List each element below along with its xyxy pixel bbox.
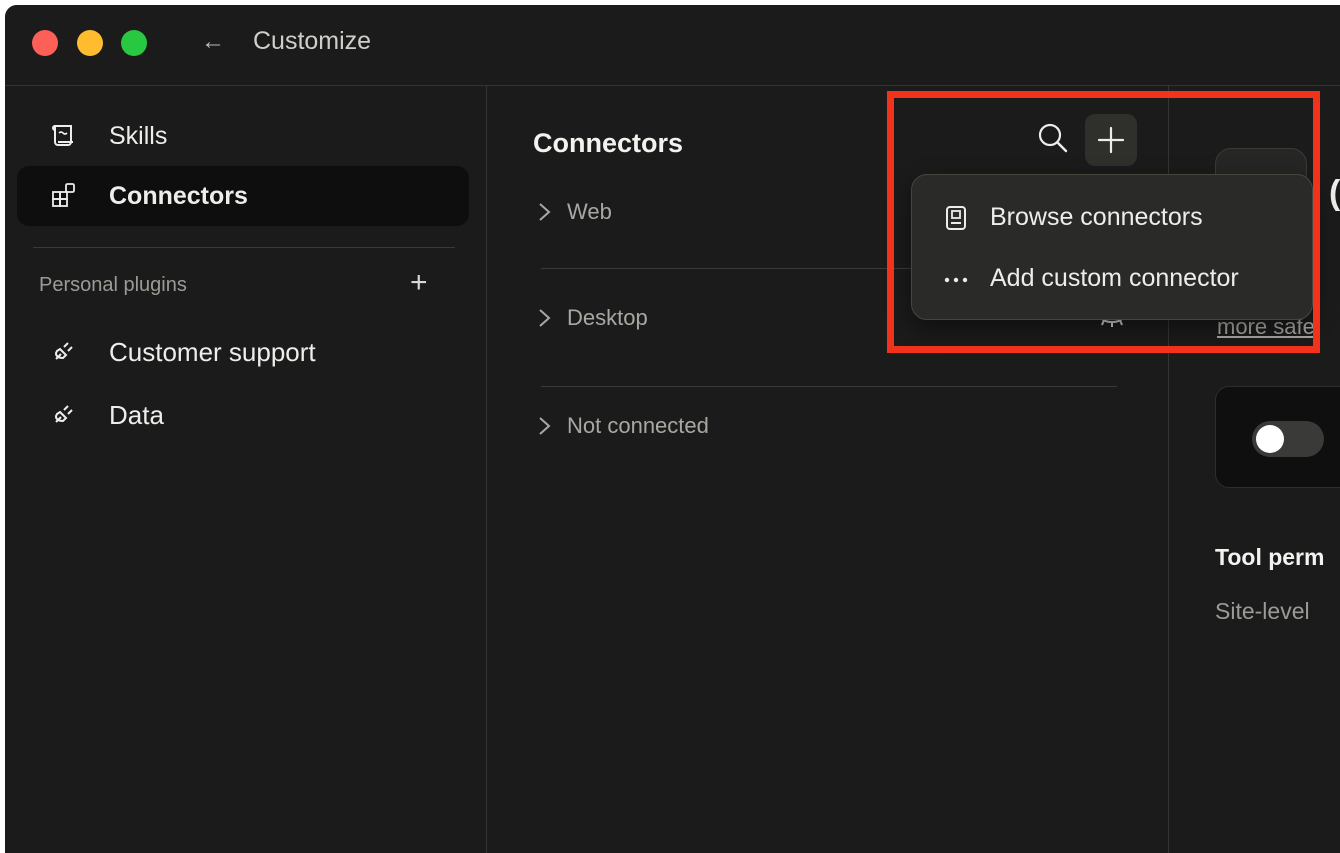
menu-item-browse-connectors[interactable]: Browse connectors: [922, 189, 1302, 245]
sidebar-item-data[interactable]: Data: [17, 389, 469, 441]
app-window: ← Customize Skills Connectors Personal p…: [5, 5, 1340, 853]
plus-icon: [1097, 126, 1125, 154]
search-icon[interactable]: [1035, 120, 1071, 156]
sidebar-item-label: Connectors: [109, 182, 248, 210]
tool-permissions-heading: Tool perm: [1215, 544, 1325, 570]
menu-item-label: Browse connectors: [990, 203, 1203, 231]
plug-icon: [55, 342, 73, 360]
book-icon: [946, 206, 966, 230]
minimize-window-button[interactable]: [77, 30, 103, 56]
plug-icon: [55, 405, 73, 423]
sidebar-item-label: Customer support: [109, 337, 316, 367]
chevron-right-icon: [539, 309, 551, 327]
add-connector-menu: Browse connectors Add custom connector: [911, 174, 1313, 320]
chevron-right-icon: [539, 417, 551, 435]
pane-title: Connectors: [533, 128, 684, 158]
connectors-grid-icon: [52, 183, 75, 207]
zoom-window-button[interactable]: [121, 30, 147, 56]
sidebar-item-connectors[interactable]: Connectors: [17, 166, 469, 226]
connector-title-partial: (: [1329, 174, 1340, 212]
toggle-knob: [1256, 425, 1284, 453]
ellipsis-icon: [944, 277, 968, 283]
sidebar-item-label: Skills: [109, 122, 168, 150]
sidebar-divider: [33, 247, 455, 248]
title-bar: ← Customize: [5, 5, 1340, 86]
back-arrow-icon[interactable]: ←: [201, 27, 225, 57]
personal-plugins-heading: Personal plugins: [39, 274, 187, 296]
group-label: Web: [567, 199, 612, 224]
add-connector-button[interactable]: [1085, 114, 1137, 166]
enable-toggle[interactable]: [1252, 421, 1324, 457]
sidebar-item-label: Data: [109, 400, 164, 430]
sidebar: Skills Connectors Personal plugins + Cus…: [5, 86, 487, 853]
scroll-icon: [52, 125, 73, 146]
window-title: Customize: [253, 27, 372, 55]
group-divider: [541, 386, 1117, 387]
group-label: Not connected: [567, 413, 709, 438]
menu-item-add-custom-connector[interactable]: Add custom connector: [922, 250, 1302, 306]
enable-card: [1215, 386, 1340, 488]
sidebar-item-skills[interactable]: Skills: [17, 106, 469, 166]
close-window-button[interactable]: [32, 30, 58, 56]
chevron-right-icon: [539, 203, 551, 221]
site-level-text: Site-level: [1215, 598, 1310, 624]
add-plugin-button[interactable]: +: [410, 266, 428, 300]
menu-item-label: Add custom connector: [990, 264, 1239, 292]
sidebar-item-customer-support[interactable]: Customer support: [17, 326, 469, 378]
group-label: Desktop: [567, 305, 648, 330]
